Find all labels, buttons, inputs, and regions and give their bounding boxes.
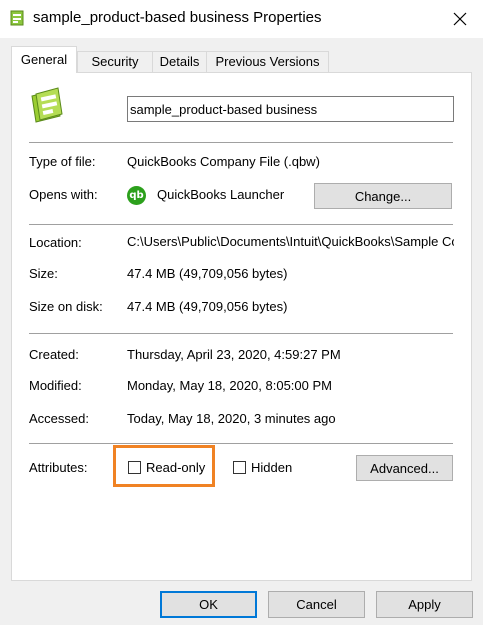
tab-general[interactable]: General bbox=[11, 46, 77, 73]
quickbooks-launcher-icon: qb bbox=[127, 186, 146, 205]
hidden-checkbox[interactable] bbox=[233, 461, 246, 474]
title-bar[interactable]: sample_product-based business Properties bbox=[0, 0, 483, 38]
tab-security[interactable]: Security bbox=[77, 51, 153, 72]
tab-label: Previous Versions bbox=[215, 54, 320, 69]
location-label: Location: bbox=[29, 235, 82, 250]
tab-label: General bbox=[20, 52, 68, 67]
accessed-value: Today, May 18, 2020, 3 minutes ago bbox=[127, 411, 336, 426]
divider bbox=[29, 443, 453, 444]
tab-details[interactable]: Details bbox=[152, 51, 207, 72]
divider bbox=[29, 142, 453, 143]
tab-previous-versions[interactable]: Previous Versions bbox=[206, 51, 329, 72]
type-label: Type of file: bbox=[29, 154, 96, 169]
readonly-label[interactable]: Read-only bbox=[146, 460, 205, 475]
size-on-disk-label: Size on disk: bbox=[29, 299, 103, 314]
size-on-disk-value: 47.4 MB (49,709,056 bytes) bbox=[127, 299, 288, 314]
properties-dialog: sample_product-based business Properties… bbox=[0, 0, 483, 625]
quickbooks-file-icon bbox=[31, 87, 63, 123]
size-value: 47.4 MB (49,709,056 bytes) bbox=[127, 266, 288, 281]
apply-button[interactable]: Apply bbox=[376, 591, 473, 618]
hidden-label[interactable]: Hidden bbox=[251, 460, 292, 475]
divider bbox=[29, 224, 453, 225]
attributes-label: Attributes: bbox=[29, 460, 88, 475]
general-panel bbox=[11, 72, 472, 581]
close-icon bbox=[453, 12, 467, 26]
created-value: Thursday, April 23, 2020, 4:59:27 PM bbox=[127, 347, 341, 362]
quickbooks-file-icon bbox=[10, 10, 24, 26]
modified-value: Monday, May 18, 2020, 8:05:00 PM bbox=[127, 378, 332, 393]
file-name-input[interactable] bbox=[127, 96, 454, 122]
location-value[interactable]: C:\Users\Public\Documents\Intuit\QuickBo… bbox=[127, 234, 454, 249]
created-label: Created: bbox=[29, 347, 79, 362]
divider bbox=[29, 333, 453, 334]
modified-label: Modified: bbox=[29, 378, 82, 393]
tab-label: Details bbox=[159, 54, 200, 69]
opens-with-label: Opens with: bbox=[29, 187, 98, 202]
accessed-label: Accessed: bbox=[29, 411, 89, 426]
ok-button[interactable]: OK bbox=[160, 591, 257, 618]
cancel-button[interactable]: Cancel bbox=[268, 591, 365, 618]
readonly-checkbox[interactable] bbox=[128, 461, 141, 474]
type-value: QuickBooks Company File (.qbw) bbox=[127, 154, 320, 169]
tab-label: Security bbox=[91, 54, 139, 69]
close-button[interactable] bbox=[437, 0, 483, 38]
size-label: Size: bbox=[29, 266, 58, 281]
change-button[interactable]: Change... bbox=[314, 183, 452, 209]
opens-with-value: QuickBooks Launcher bbox=[157, 187, 285, 202]
window-title: sample_product-based business Properties bbox=[33, 9, 322, 26]
advanced-button[interactable]: Advanced... bbox=[356, 455, 453, 481]
